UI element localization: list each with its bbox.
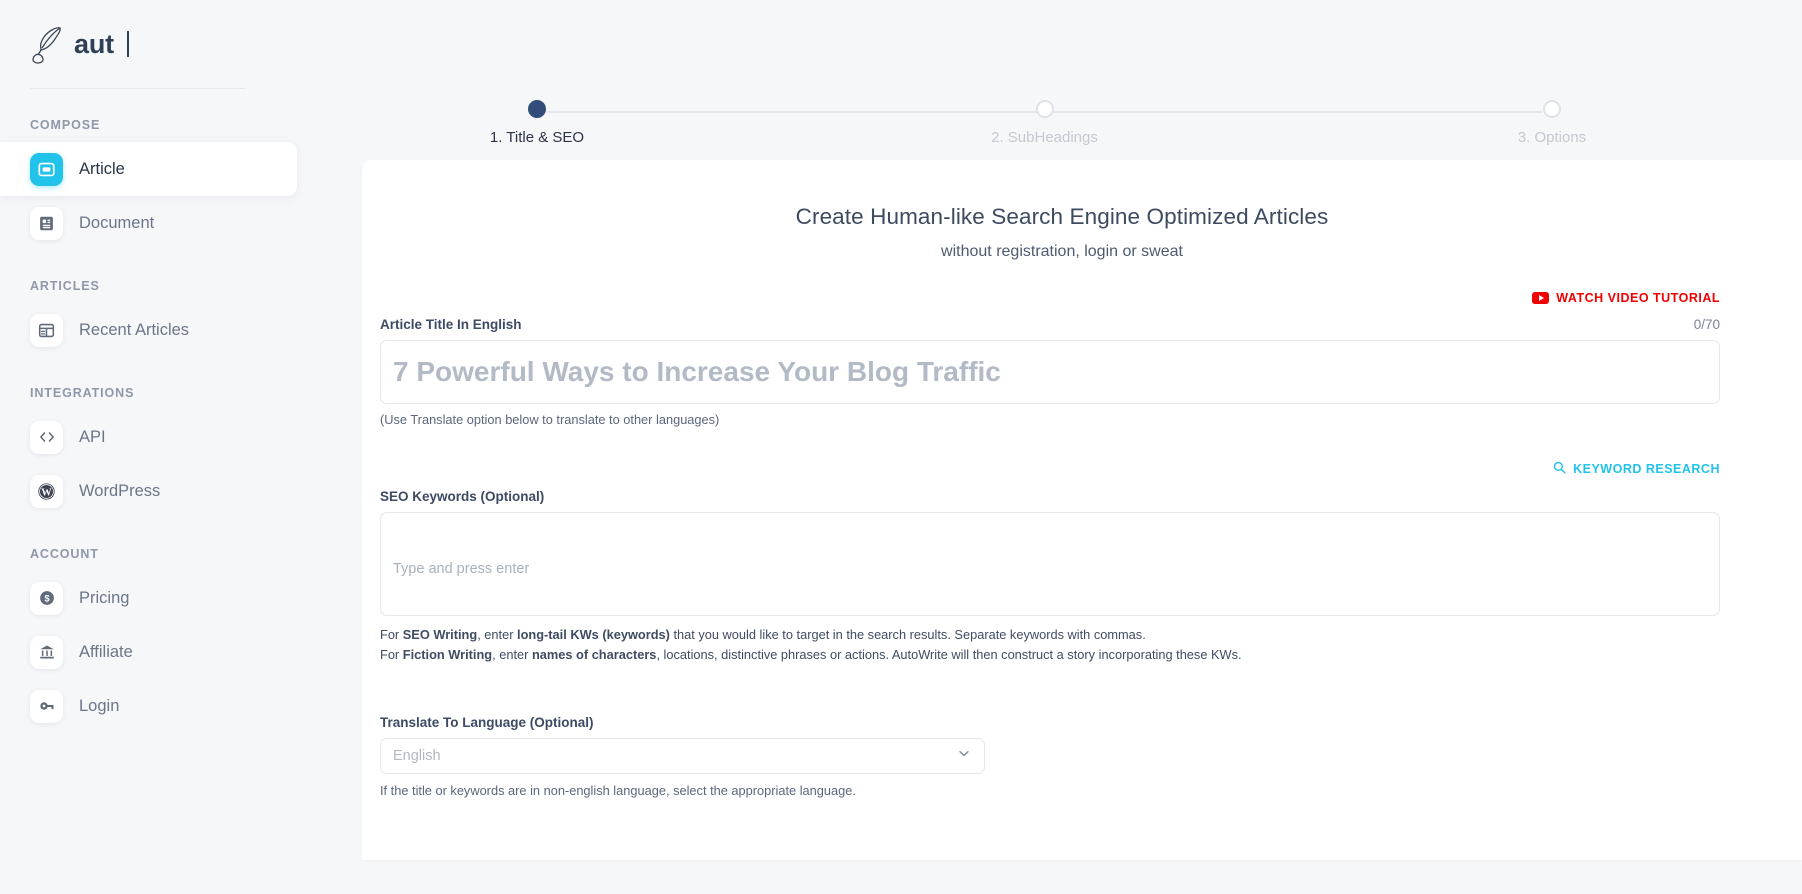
stepper-dot-1 bbox=[528, 100, 546, 118]
sidebar-item-affiliate[interactable]: Affiliate bbox=[0, 625, 297, 679]
brand-name: aut bbox=[74, 28, 114, 59]
youtube-play-icon bbox=[1532, 292, 1550, 304]
bank-building-icon bbox=[30, 635, 63, 669]
svg-text:W: W bbox=[41, 487, 52, 498]
brand[interactable]: aut bbox=[0, 0, 362, 88]
sidebar-item-login-label: Login bbox=[79, 696, 120, 715]
page-subtitle: without registration, login or sweat bbox=[941, 243, 1183, 260]
sidebar-item-api[interactable]: API bbox=[0, 410, 297, 464]
seo-keywords-input[interactable] bbox=[393, 557, 1707, 581]
sidebar-item-recent-articles-label: Recent Articles bbox=[79, 320, 190, 339]
translate-language-select-wrap: English bbox=[380, 737, 985, 774]
seo-keywords-help-line-2: For Fiction Writing, enter names of char… bbox=[380, 646, 1242, 662]
article-title-counter: 0/70 bbox=[1693, 317, 1720, 332]
translate-language-hint: If the title or keywords are in non-engl… bbox=[380, 782, 856, 798]
code-brackets-icon bbox=[30, 420, 63, 454]
app-root: aut COMPOSE Article Document ARTICLES Re… bbox=[0, 0, 1802, 894]
translate-language-select[interactable]: English bbox=[380, 737, 985, 774]
stepper-dot-3 bbox=[1543, 100, 1561, 118]
sidebar-item-document-label: Document bbox=[79, 213, 155, 232]
article-title-hint: (Use Translate option below to translate… bbox=[380, 412, 720, 427]
translate-language-label: Translate To Language (Optional) bbox=[380, 714, 594, 730]
seo-keywords-input-box bbox=[380, 512, 1720, 616]
translate-language-value: English bbox=[393, 747, 441, 764]
article-title-field: Article Title In English 0/70 (Use Trans… bbox=[362, 317, 1762, 427]
article-title-input-box bbox=[380, 340, 1720, 404]
seo-keywords-field: SEO Keywords (Optional) For SEO Writing,… bbox=[362, 489, 1762, 665]
article-form-card: Create Human-like Search Engine Optimize… bbox=[362, 160, 1802, 860]
stepper-dot-2 bbox=[1035, 100, 1054, 118]
stepper-label-3: 3. Options bbox=[1517, 129, 1587, 146]
stepper-label-1: 1. Title & SEO bbox=[489, 129, 585, 146]
dollar-circle-icon: $ bbox=[30, 581, 63, 615]
sidebar-item-recent-articles[interactable]: Recent Articles bbox=[0, 303, 297, 357]
translate-language-field: Translate To Language (Optional) English… bbox=[362, 715, 1762, 798]
article-window-icon bbox=[30, 152, 63, 186]
sidebar-item-pricing-label: Pricing bbox=[79, 588, 130, 607]
seo-keywords-help-line-1: For SEO Writing, enter long-tail KWs (ke… bbox=[380, 627, 1146, 642]
sidebar-divider bbox=[30, 88, 245, 89]
article-title-label: Article Title In English bbox=[380, 317, 522, 332]
seo-keywords-help: For SEO Writing, enter long-tail KWs (ke… bbox=[380, 625, 1720, 665]
sidebar-item-api-label: API bbox=[79, 427, 106, 446]
sidebar-item-article-label: Article bbox=[79, 159, 125, 178]
sidebar-item-wordpress-label: WordPress bbox=[79, 481, 161, 500]
video-tutorial-row: Watch Video Tutorial bbox=[362, 261, 1762, 305]
stepper-label-2: 2. SubHeadings bbox=[991, 129, 1098, 146]
keyword-research-link[interactable]: Keyword Research bbox=[1553, 461, 1720, 477]
svg-text:$: $ bbox=[44, 594, 50, 605]
sidebar-item-pricing[interactable]: $ Pricing bbox=[0, 571, 297, 625]
quill-pen-icon bbox=[30, 24, 64, 64]
keyword-research-label: Keyword Research bbox=[1573, 462, 1720, 476]
sidebar-item-login[interactable]: Login bbox=[0, 679, 297, 733]
sidebar-section-integrations-label: INTEGRATIONS bbox=[30, 386, 135, 400]
sidebar-section-account-label: ACCOUNT bbox=[30, 547, 99, 561]
wordpress-icon: W bbox=[30, 474, 63, 508]
page-title: Create Human-like Search Engine Optimize… bbox=[795, 204, 1329, 229]
wizard-stepper: 1. Title & SEO 2. SubHeadings 3. Options bbox=[490, 100, 1586, 160]
sidebar-item-article[interactable]: Article bbox=[0, 142, 297, 196]
watch-video-tutorial-link[interactable]: Watch Video Tutorial bbox=[1532, 291, 1720, 305]
search-icon bbox=[1553, 461, 1566, 477]
key-icon bbox=[30, 689, 63, 723]
sidebar-item-wordpress[interactable]: W WordPress bbox=[0, 464, 297, 518]
brand-text-caret bbox=[126, 31, 129, 57]
main-content: 1. Title & SEO 2. SubHeadings 3. Options… bbox=[362, 0, 1802, 894]
sidebar-section-articles-label: ARTICLES bbox=[30, 279, 100, 293]
document-lines-icon bbox=[30, 206, 63, 240]
seo-keywords-label: SEO Keywords (Optional) bbox=[380, 489, 545, 504]
sidebar-section-compose-label: COMPOSE bbox=[30, 118, 101, 132]
sidebar: aut COMPOSE Article Document ARTICLES Re… bbox=[0, 0, 362, 894]
keyword-research-row: Keyword Research bbox=[362, 427, 1762, 477]
watch-video-tutorial-label: Watch Video Tutorial bbox=[1556, 291, 1720, 305]
layout-grid-icon bbox=[30, 313, 63, 347]
article-title-input[interactable] bbox=[381, 341, 1719, 403]
sidebar-item-document[interactable]: Document bbox=[0, 196, 297, 250]
sidebar-item-affiliate-label: Affiliate bbox=[79, 642, 133, 661]
